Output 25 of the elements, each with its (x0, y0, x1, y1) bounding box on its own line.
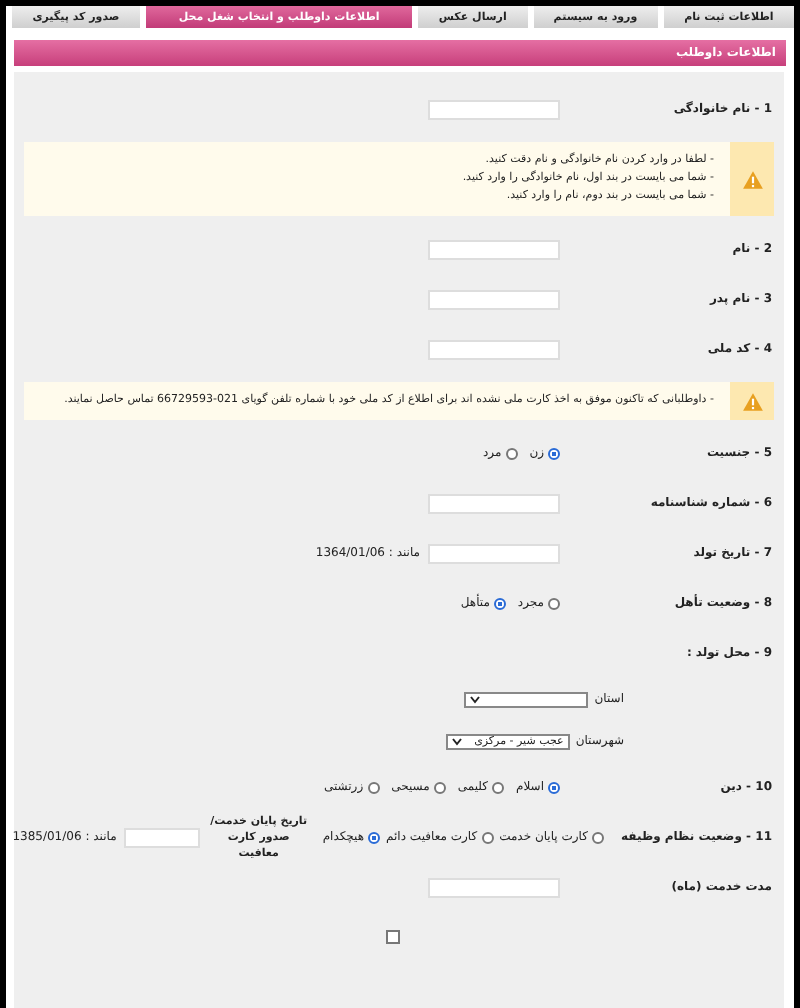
caret-icon (470, 695, 481, 703)
input-field[interactable] (428, 99, 560, 119)
radio-button[interactable] (481, 831, 494, 843)
radio-button[interactable] (548, 781, 560, 793)
warning-icon (741, 391, 763, 411)
input-field[interactable] (428, 339, 560, 359)
input-field[interactable] (428, 543, 560, 563)
radio-button[interactable] (548, 447, 560, 459)
input-field[interactable] (428, 289, 560, 309)
dropdown[interactable] (464, 691, 589, 707)
input-field[interactable] (124, 827, 201, 847)
radio-button[interactable] (493, 597, 506, 609)
input-field[interactable] (428, 877, 560, 897)
caret-icon (451, 737, 462, 745)
radio-button[interactable] (492, 781, 504, 793)
radio-button[interactable] (505, 447, 518, 459)
input-field[interactable] (428, 239, 560, 259)
radio-button[interactable] (433, 781, 446, 793)
input-field[interactable] (428, 493, 560, 513)
radio-button[interactable] (367, 781, 380, 793)
radio-button[interactable] (368, 831, 381, 843)
radio-button[interactable] (592, 831, 604, 843)
radio-button[interactable] (548, 597, 560, 609)
warning-icon (741, 169, 763, 189)
checkbox[interactable] (386, 930, 400, 944)
